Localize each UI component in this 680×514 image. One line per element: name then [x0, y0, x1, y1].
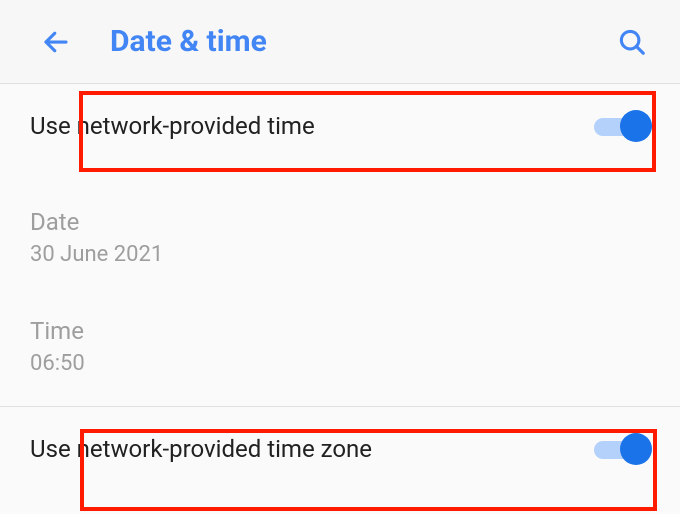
settings-content: Use network-provided time Date 30 June 2… — [0, 84, 680, 491]
date-row: Date 30 June 2021 — [0, 168, 680, 277]
arrow-back-icon — [41, 27, 71, 57]
back-button[interactable] — [32, 18, 80, 66]
date-value: 30 June 2021 — [30, 242, 650, 267]
time-label: Time — [30, 317, 650, 345]
search-icon — [617, 27, 647, 57]
search-button[interactable] — [608, 18, 656, 66]
time-value: 06:50 — [30, 351, 650, 376]
page-title: Date & time — [110, 24, 608, 59]
network-time-row[interactable]: Use network-provided time — [0, 84, 680, 168]
network-timezone-toggle[interactable] — [594, 433, 650, 465]
network-time-toggle[interactable] — [594, 110, 650, 142]
toggle-thumb — [620, 433, 652, 465]
network-time-label: Use network-provided time — [30, 112, 594, 140]
network-timezone-label: Use network-provided time zone — [30, 435, 594, 463]
toggle-thumb — [620, 110, 652, 142]
network-timezone-row[interactable]: Use network-provided time zone — [0, 407, 680, 491]
time-row: Time 06:50 — [0, 277, 680, 406]
app-header: Date & time — [0, 0, 680, 84]
date-label: Date — [30, 208, 650, 236]
